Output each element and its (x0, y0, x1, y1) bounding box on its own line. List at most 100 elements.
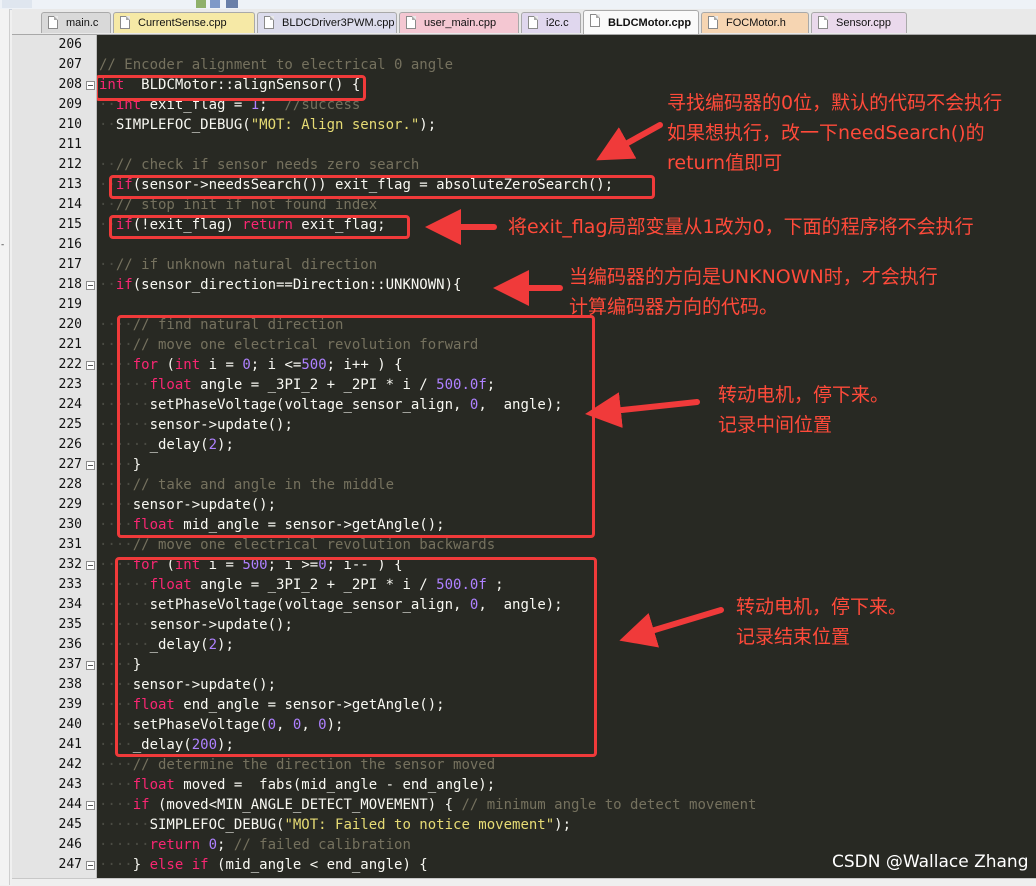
line-number: 216 (58, 237, 82, 252)
line-number: 240 (58, 717, 82, 732)
code-area[interactable]: ····} else if (mid_angle < end_angle) {·… (97, 35, 1036, 878)
line-number: 220 (58, 317, 82, 332)
code-token: (sensor_direction==Direction::UNKNOWN){ (132, 277, 462, 293)
tab-label: FOCMotor.h (726, 17, 786, 29)
fold-toggle-icon[interactable] (86, 461, 95, 470)
fold-toggle-icon[interactable] (86, 801, 95, 810)
line-number: 235 (58, 617, 82, 632)
line-number: 207 (58, 57, 82, 72)
code-line[interactable]: ··// check if sensor needs zero search (99, 155, 419, 175)
left-side-panel: - (0, 9, 10, 885)
code-line[interactable]: ··if(sensor_direction==Direction::UNKNOW… (99, 275, 461, 295)
code-line[interactable]: // Encoder alignment to electrical 0 ang… (99, 55, 453, 75)
code-token: 0 (208, 837, 218, 853)
file-icon (120, 16, 130, 29)
tab-i2c-c[interactable]: i2c.c (521, 12, 581, 33)
line-number: 232 (58, 557, 82, 572)
tab-label: CurrentSense.cpp (138, 17, 227, 29)
code-line[interactable]: ····} else if (mid_angle < end_angle) { (99, 855, 428, 875)
indent-marker: ·· (99, 157, 116, 173)
indent-marker: ···· (99, 757, 133, 773)
code-editor[interactable]: 206 207 208 209 210 211 212 213 214 215 216 217 218 2… (12, 35, 1036, 878)
tab-label: user_main.cpp (424, 17, 497, 29)
code-line[interactable]: ······return 0; // failed calibration (99, 835, 411, 855)
line-number: 224 (58, 397, 82, 412)
line-number: 227 (58, 457, 82, 472)
code-token: // determine the direction the sensor mo… (132, 757, 496, 773)
line-number-gutter: 206 207 208 209 210 211 212 213 214 215 216 217 218 2… (12, 35, 97, 878)
code-token: // check if sensor needs zero search (115, 157, 420, 173)
line-number: 236 (58, 637, 82, 652)
line-number: 246 (58, 837, 82, 852)
code-token: if (115, 277, 133, 293)
code-line[interactable]: ····float moved = fabs(mid_angle - end_a… (99, 775, 495, 795)
tab-bldcmotor-cpp[interactable]: BLDCMotor.cpp (583, 10, 699, 34)
code-token: return (149, 837, 201, 853)
code-token: // move one electrical revolution backwa… (132, 537, 496, 553)
code-token: (moved<MIN_ANGLE_DETECT_MOVEMENT) { (149, 797, 462, 813)
code-token: SIMPLEFOC_DEBUG( (115, 117, 251, 133)
fold-toggle-icon[interactable] (86, 361, 95, 370)
code-token: (mid_angle < end_angle) { (208, 857, 428, 873)
line-number: 214 (58, 197, 82, 212)
indent-marker: ······ (99, 817, 150, 833)
indent-marker: ·· (99, 197, 116, 213)
tab-currentsense-cpp[interactable]: CurrentSense.cpp (113, 12, 255, 33)
code-line[interactable]: ··SIMPLEFOC_DEBUG("MOT: Align sensor."); (99, 115, 436, 135)
tab-focmotor-h[interactable]: FOCMotor.h (701, 12, 809, 33)
fold-toggle-icon[interactable] (86, 81, 95, 90)
tab-user-main-cpp[interactable]: user_main.cpp (399, 12, 519, 33)
panel-marker: - (1, 240, 5, 250)
fold-toggle-icon[interactable] (86, 281, 95, 290)
line-number: 215 (58, 217, 82, 232)
line-number: 244 (58, 797, 82, 812)
line-number: 223 (58, 377, 82, 392)
fold-toggle-icon[interactable] (86, 661, 95, 670)
code-token: // failed calibration (233, 837, 411, 853)
tab-main-c[interactable]: main.c (41, 12, 111, 33)
highlight-box-backward-rotation (115, 557, 597, 757)
toolbar-fragment (2, 0, 32, 8)
tab-sensor-cpp[interactable]: Sensor.cpp (811, 12, 907, 33)
line-number: 222 (58, 357, 82, 372)
indent-marker: ···· (99, 537, 133, 553)
indent-marker: ···· (99, 777, 133, 793)
code-token: // stop init if not found index (115, 197, 378, 213)
code-token: moved = fabs(mid_angle - end_angle); (174, 777, 496, 793)
highlight-box-needs-search (109, 175, 655, 199)
file-icon (48, 16, 58, 29)
line-number: 228 (58, 477, 82, 492)
line-number: 243 (58, 777, 82, 792)
toolbar-button-icon[interactable] (210, 0, 220, 8)
toolbar-button-icon[interactable] (226, 0, 238, 8)
line-number: 219 (58, 297, 82, 312)
line-number: 229 (58, 497, 82, 512)
code-token: else (149, 857, 184, 873)
line-number: 211 (58, 137, 82, 152)
code-token: // Encoder alignment to electrical 0 ang… (99, 57, 454, 73)
indent-marker: ······ (99, 837, 150, 853)
code-line[interactable]: ····// determine the direction the senso… (99, 755, 495, 775)
line-number: 247 (58, 857, 82, 872)
line-number: 238 (58, 677, 82, 692)
line-number: 234 (58, 597, 82, 612)
code-token: } (132, 857, 150, 873)
indent-marker: ·· (99, 277, 116, 293)
toolbar-button-icon[interactable] (196, 0, 206, 8)
indent-marker: ·· (99, 257, 116, 273)
code-token: if (132, 797, 150, 813)
tab-bldcdriver3pwm-cpp[interactable]: BLDCDriver3PWM.cpp (257, 12, 397, 33)
code-line[interactable]: ······SIMPLEFOC_DEBUG("MOT: Failed to no… (99, 815, 571, 835)
highlight-box-function-signature (97, 75, 366, 101)
line-number: 230 (58, 517, 82, 532)
code-line[interactable]: ····if (moved<MIN_ANGLE_DETECT_MOVEMENT)… (99, 795, 756, 815)
indent-marker: ···· (99, 857, 133, 873)
fold-toggle-icon[interactable] (86, 561, 95, 570)
line-number: 225 (58, 417, 82, 432)
indent-marker: ···· (99, 797, 133, 813)
code-line[interactable]: ··// if unknown natural direction (99, 255, 377, 275)
tab-label: i2c.c (546, 17, 569, 29)
fold-toggle-icon[interactable] (86, 861, 95, 870)
code-line[interactable]: ····// move one electrical revolution ba… (99, 535, 495, 555)
line-number: 245 (58, 817, 82, 832)
